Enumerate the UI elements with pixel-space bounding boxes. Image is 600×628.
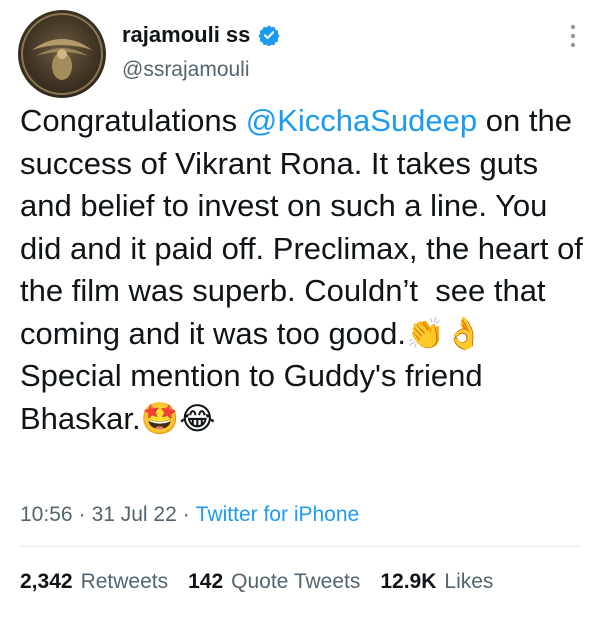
author-display-name[interactable]: rajamouli ss <box>122 22 250 48</box>
mention-link[interactable]: @KicchaSudeep <box>246 103 477 138</box>
emblem-icon <box>21 13 103 95</box>
retweets-count: 2,342 <box>20 570 73 593</box>
tweet-source-link[interactable]: Twitter for iPhone <box>196 503 359 527</box>
avatar[interactable] <box>18 10 106 98</box>
tweet-text-segment: Congratulations <box>20 103 246 138</box>
tweet-card: rajamouli ss @ssrajamouli Congratulation… <box>0 0 600 628</box>
emoji-clap-ok: 👏👌 <box>406 315 484 352</box>
likes-stat[interactable]: 12.9K Likes <box>380 570 493 594</box>
retweets-stat[interactable]: 2,342 Retweets <box>20 570 168 594</box>
quote-tweets-stat[interactable]: 142 Quote Tweets <box>188 570 360 594</box>
likes-label: Likes <box>444 570 494 593</box>
meta-separator: · <box>182 503 190 526</box>
likes-count: 12.9K <box>380 570 437 593</box>
tweet-text-segment: Special mention to Guddy's friend Bhaska… <box>20 358 483 436</box>
verified-badge-icon <box>258 25 281 46</box>
tweet-meta: 10:56 · 31 Jul 22 · Twitter for iPhone <box>20 503 359 527</box>
quote-tweets-label: Quote Tweets <box>231 570 361 593</box>
meta-separator: · <box>78 503 86 526</box>
quote-tweets-count: 142 <box>188 570 224 593</box>
emoji-star-struck-laugh: 🤩😂 <box>140 400 216 437</box>
more-options-icon[interactable] <box>568 22 578 50</box>
author-handle[interactable]: @ssrajamouli <box>122 58 250 82</box>
divider <box>20 546 580 547</box>
tweet-date[interactable]: 31 Jul 22 <box>92 503 177 527</box>
tweet-text-segment: on the success of Vikrant Rona. It takes… <box>20 103 592 351</box>
tweet-text: Congratulations @KicchaSudeep on the suc… <box>20 100 590 440</box>
author-name-row: rajamouli ss <box>122 22 281 48</box>
tweet-time[interactable]: 10:56 <box>20 503 73 527</box>
engagement-stats: 2,342 Retweets 142 Quote Tweets 12.9K Li… <box>20 570 493 594</box>
retweets-label: Retweets <box>80 570 169 593</box>
